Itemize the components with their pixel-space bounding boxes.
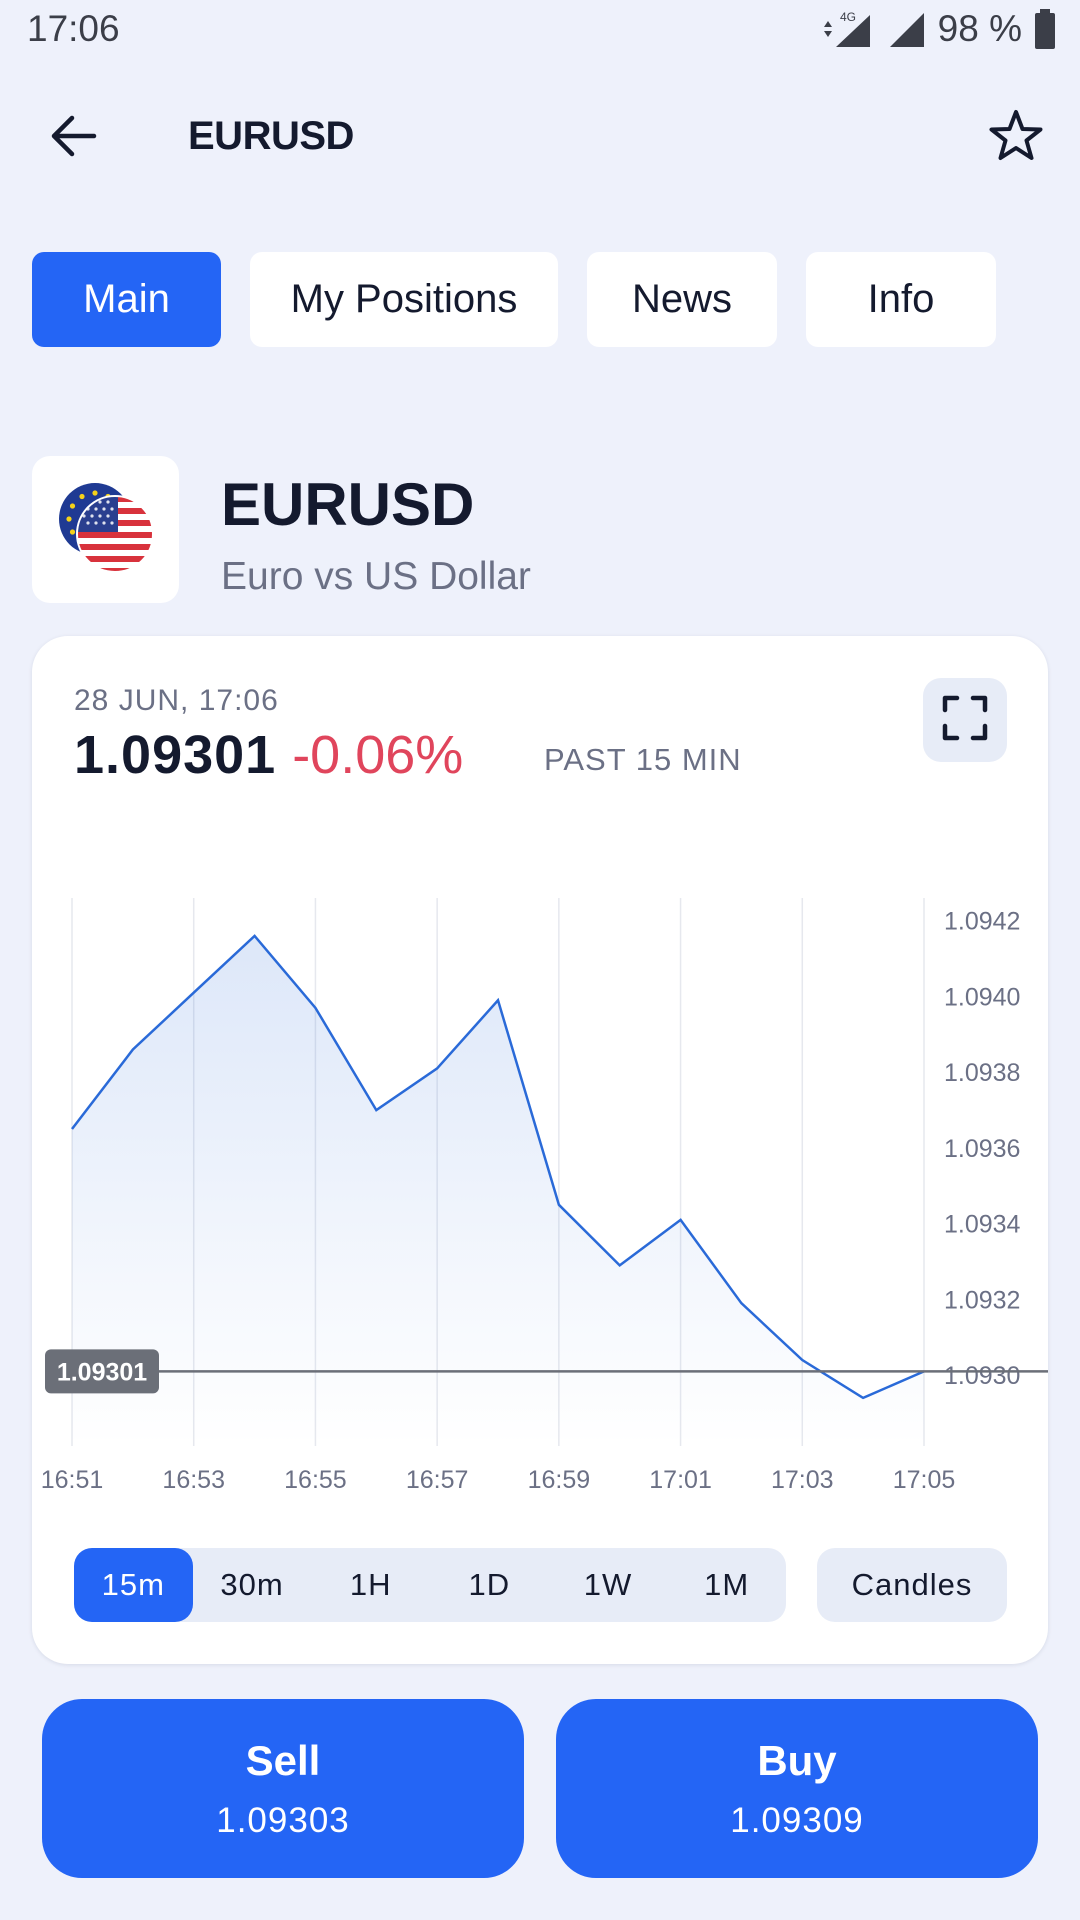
battery-percent: 98 %	[937, 8, 1022, 49]
instrument-name: Euro vs US Dollar	[221, 555, 531, 598]
chart-area	[72, 935, 924, 1446]
signal-4g-icon: 4G	[818, 9, 874, 49]
buy-label: Buy	[757, 1736, 837, 1784]
tab-info[interactable]: Info	[806, 252, 996, 347]
instrument-symbol: EURUSD	[221, 471, 475, 538]
status-bar: 17:06 4G 98 %	[0, 0, 1080, 62]
period-15m[interactable]: 15m	[74, 1548, 193, 1622]
battery-icon	[1034, 9, 1056, 49]
page-title: EURUSD	[188, 114, 354, 158]
y-tick-label: 1.0938	[944, 1059, 1020, 1087]
back-arrow-icon	[50, 114, 98, 163]
sell-label: Sell	[245, 1736, 321, 1784]
x-tick-label: 16:51	[41, 1466, 104, 1494]
signal-icon	[886, 9, 926, 49]
tab-my-positions[interactable]: My Positions	[250, 252, 558, 347]
y-tick-label: 1.0934	[944, 1211, 1021, 1239]
y-tick-label: 1.0942	[944, 908, 1020, 936]
period-30m[interactable]: 30m	[193, 1548, 312, 1622]
x-tick-label: 17:05	[893, 1466, 956, 1494]
x-tick-label: 17:03	[771, 1466, 834, 1494]
y-tick-label: 1.0930	[944, 1362, 1020, 1390]
x-tick-label: 16:53	[162, 1466, 225, 1494]
period-selector: 15m 30m 1H 1D 1W 1M	[74, 1548, 786, 1622]
top-bar: EURUSD	[0, 100, 1080, 176]
candles-button[interactable]: Candles	[817, 1548, 1007, 1622]
current-price-tag-label: 1.09301	[57, 1358, 147, 1386]
network-type-label: 4G	[840, 10, 856, 24]
tab-bar: Main My Positions News Info	[32, 252, 996, 347]
favorite-button[interactable]	[984, 106, 1048, 170]
x-tick-label: 16:55	[284, 1466, 347, 1494]
status-time: 17:06	[27, 8, 120, 49]
tab-main[interactable]: Main	[32, 252, 221, 347]
y-tick-label: 1.0940	[944, 983, 1020, 1011]
star-outline-icon	[988, 109, 1044, 168]
buy-button[interactable]: Buy 1.09309	[556, 1699, 1038, 1878]
period-1w[interactable]: 1W	[549, 1548, 668, 1622]
price-chart[interactable]: 1.0942 1.0940 1.0938 1.0936 1.0934 1.0932 1.09…	[32, 636, 1048, 1536]
instrument-logo	[32, 456, 179, 603]
status-icons: 4G 98 %	[818, 8, 1056, 50]
x-tick-label: 16:59	[528, 1466, 591, 1494]
y-tick-label: 1.0936	[944, 1135, 1020, 1163]
buy-price: 1.09309	[730, 1800, 864, 1840]
back-button[interactable]	[44, 110, 104, 166]
chart-card: 28 JUN, 17:06 1.09301 -0.06% PAST 15 MIN…	[32, 636, 1048, 1664]
period-1d[interactable]: 1D	[430, 1548, 549, 1622]
period-1h[interactable]: 1H	[311, 1548, 430, 1622]
x-tick-label: 17:01	[649, 1466, 712, 1494]
y-tick-label: 1.0932	[944, 1286, 1020, 1314]
x-tick-label: 16:57	[406, 1466, 469, 1494]
sell-price: 1.09303	[216, 1800, 350, 1840]
tab-news[interactable]: News	[587, 252, 777, 347]
eu-us-flags-icon	[32, 483, 179, 607]
period-1m[interactable]: 1M	[667, 1548, 786, 1622]
sell-button[interactable]: Sell 1.09303	[42, 1699, 524, 1878]
